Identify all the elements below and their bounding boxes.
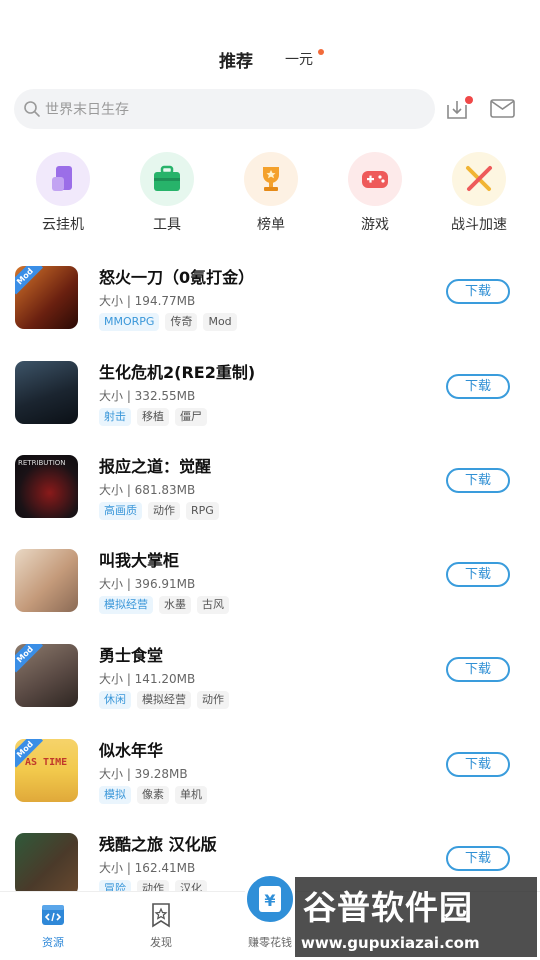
tag: 像素 — [137, 786, 169, 804]
nav-label: 资源 — [42, 936, 64, 949]
download-button[interactable]: 下载 — [446, 752, 510, 777]
bookmark-star-icon — [152, 903, 170, 928]
download-button[interactable]: 下载 — [446, 562, 510, 587]
nav-resources[interactable]: 资源 — [18, 902, 88, 950]
tag: 模拟 — [99, 786, 131, 804]
category-battle-boost[interactable]: 战斗加速 — [439, 152, 519, 234]
game-size: 大小 | 332.55MB — [99, 389, 196, 403]
game-title: 怒火一刀（0氪打金） — [99, 268, 255, 287]
game-size: 大小 | 396.91MB — [99, 577, 196, 591]
tab-notification-dot — [318, 49, 324, 55]
tag-list: 模拟经营 水墨 古风 — [99, 596, 229, 614]
tag: MMORPG — [99, 313, 160, 331]
game-title: 生化危机2(RE2重制) — [99, 363, 256, 382]
thumbnail-caption: RETRIBUTION — [18, 459, 66, 467]
tag: 移植 — [137, 408, 169, 426]
tag-list: 高画质 动作 RPG — [99, 502, 219, 520]
top-bar: 推荐 一元 — [0, 0, 540, 85]
game-size: 大小 | 162.41MB — [99, 861, 196, 875]
nav-discover[interactable]: 发现 — [126, 902, 196, 950]
tag: 休闲 — [99, 691, 131, 709]
tag-list: 模拟 像素 单机 — [99, 786, 207, 804]
yuan-icon: ¥ — [259, 886, 281, 912]
download-button[interactable]: 下载 — [446, 846, 510, 871]
tag: 古风 — [197, 596, 229, 614]
tag-list: 休闲 模拟经营 动作 — [99, 691, 229, 709]
mod-badge: Mod — [15, 266, 44, 295]
category-label: 战斗加速 — [451, 217, 507, 233]
game-thumbnail — [15, 833, 78, 896]
category-label: 工具 — [153, 217, 181, 233]
download-button[interactable]: 下载 — [446, 657, 510, 682]
tag: 模拟经营 — [99, 596, 153, 614]
watermark-url: www.gupuxiazai.com — [301, 934, 480, 952]
tab-recommend[interactable]: 推荐 — [219, 47, 253, 72]
category-label: 游戏 — [361, 217, 389, 233]
list-item[interactable]: Mod AS TIME 似水年华 大小 | 39.28MB 模拟 像素 单机 下… — [0, 739, 540, 833]
tag: 水墨 — [159, 596, 191, 614]
list-item[interactable]: Mod 勇士食堂 大小 | 141.20MB 休闲 模拟经营 动作 下载 — [0, 644, 540, 738]
tag-list: MMORPG 传奇 Mod — [99, 313, 237, 331]
search-icon — [24, 101, 40, 117]
trophy-icon — [244, 152, 298, 206]
tag: 单机 — [175, 786, 207, 804]
game-title: 残酷之旅 汉化版 — [99, 835, 217, 854]
tag: Mod — [203, 313, 237, 331]
category-label: 云挂机 — [42, 217, 84, 233]
toolbox-icon — [140, 152, 194, 206]
crossed-swords-icon — [452, 152, 506, 206]
tag: 模拟经营 — [137, 691, 191, 709]
list-item[interactable]: 生化危机2(RE2重制) 大小 | 332.55MB 射击 移植 僵尸 下载 — [0, 361, 540, 455]
list-item[interactable]: Mod 怒火一刀（0氪打金） 大小 | 194.77MB MMORPG 传奇 M… — [0, 266, 540, 360]
mail-icon[interactable] — [490, 99, 515, 118]
game-size: 大小 | 681.83MB — [99, 483, 196, 497]
cloud-phone-icon — [36, 152, 90, 206]
earn-money-button[interactable]: ¥ — [244, 873, 296, 925]
list-item[interactable]: 叫我大掌柜 大小 | 396.91MB 模拟经营 水墨 古风 下载 — [0, 549, 540, 643]
game-size: 大小 | 141.20MB — [99, 672, 196, 686]
category-rankings[interactable]: 榜单 — [231, 152, 311, 234]
game-title: 报应之道：觉醒 — [99, 457, 212, 476]
watermark-title: 谷普软件园 — [303, 888, 473, 927]
game-thumbnail: Mod — [15, 266, 78, 329]
game-thumbnail: Mod AS TIME — [15, 739, 78, 802]
tag: 僵尸 — [175, 408, 207, 426]
nav-label: 发现 — [150, 936, 172, 949]
game-size: 大小 | 194.77MB — [99, 294, 196, 308]
tag-list: 射击 移植 僵尸 — [99, 408, 207, 426]
game-title: 勇士食堂 — [99, 646, 164, 665]
nav-earn-label: 赚零花钱 — [248, 936, 292, 949]
watermark: 谷普软件园 www.gupuxiazai.com — [295, 877, 537, 957]
tag: 动作 — [148, 502, 180, 520]
game-thumbnail: RETRIBUTION — [15, 455, 78, 518]
code-window-icon — [42, 905, 64, 925]
tag: 传奇 — [165, 313, 198, 331]
download-button[interactable]: 下载 — [446, 279, 510, 304]
game-size: 大小 | 39.28MB — [99, 767, 188, 781]
category-tools[interactable]: 工具 — [127, 152, 207, 234]
category-label: 榜单 — [257, 217, 285, 233]
category-cloud-hosting[interactable]: 云挂机 — [23, 152, 103, 234]
game-thumbnail — [15, 361, 78, 424]
tab-one-yuan[interactable]: 一元 — [285, 49, 313, 69]
svg-text:¥: ¥ — [264, 891, 275, 910]
tag: 高画质 — [99, 502, 142, 520]
tag: 射击 — [99, 408, 131, 426]
mod-badge: Mod — [15, 644, 44, 673]
tag: RPG — [186, 502, 219, 520]
gamepad-icon — [348, 152, 402, 206]
game-thumbnail — [15, 549, 78, 612]
list-item[interactable]: RETRIBUTION 报应之道：觉醒 大小 | 681.83MB 高画质 动作… — [0, 455, 540, 549]
download-button[interactable]: 下载 — [446, 374, 510, 399]
thumbnail-caption: AS TIME — [25, 757, 68, 768]
game-title: 似水年华 — [99, 741, 164, 760]
category-games[interactable]: 游戏 — [335, 152, 415, 234]
download-button[interactable]: 下载 — [446, 468, 510, 493]
search-placeholder: 世界末日生存 — [45, 102, 129, 118]
download-badge-dot — [465, 96, 473, 104]
tag: 动作 — [197, 691, 229, 709]
game-thumbnail: Mod — [15, 644, 78, 707]
game-title: 叫我大掌柜 — [99, 551, 180, 570]
